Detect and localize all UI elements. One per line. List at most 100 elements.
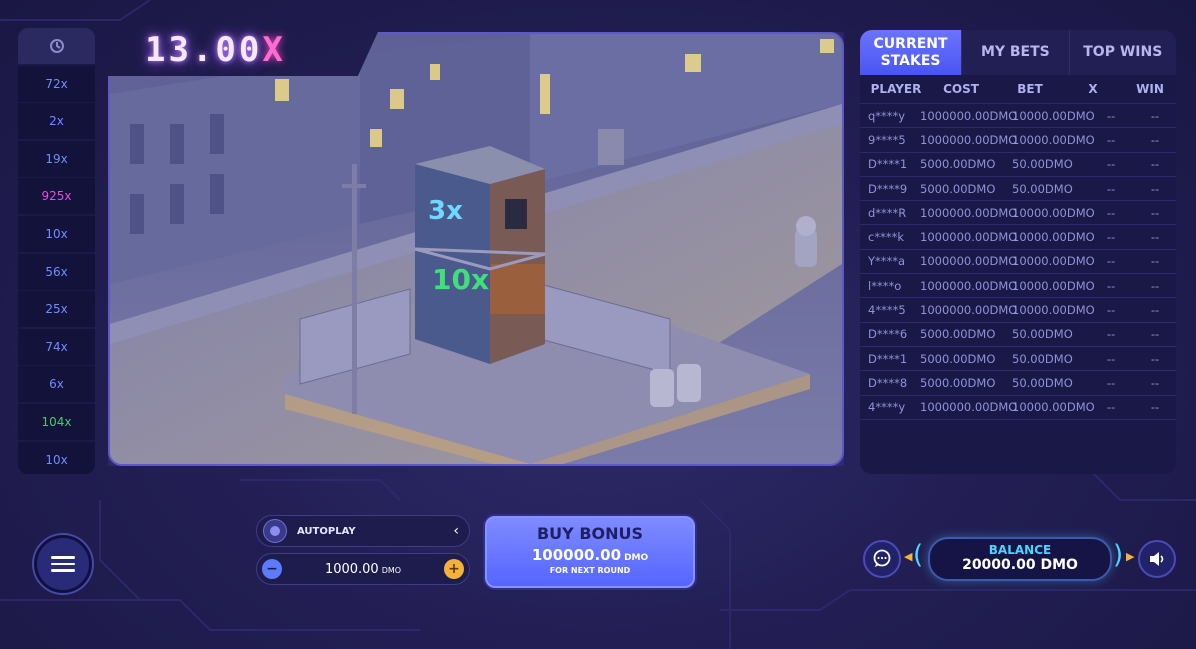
bet-row: c****k 1000000.00DMO 10000.00DMO -- -- (860, 225, 1176, 250)
buy-bonus-amount: 100000.00 DMO (531, 546, 649, 564)
bet-row: D****1 5000.00DMO 50.00DMO -- -- (860, 153, 1176, 177)
tab-current-stakes[interactable]: CURRENT STAKES (860, 30, 962, 75)
buy-bonus-title: BUY BONUS (536, 524, 644, 543)
bet-cell-win: -- (1150, 254, 1160, 269)
bet-cell-player: 4****5 (868, 303, 906, 318)
bet-cell-player: q****y (868, 108, 906, 123)
balance-value: 20000.00 DMO (962, 557, 1078, 573)
balance-right-bracket: ) (1113, 540, 1124, 570)
bet-cell-bet: 50.00DMO (1012, 351, 1073, 366)
bet-cell-player: D****1 (868, 157, 908, 172)
history-item: 104x (18, 403, 95, 440)
bet-cell-win: -- (1150, 230, 1160, 245)
history-item: 19x (18, 140, 95, 177)
bet-cell-bet: 10000.00DMO (1012, 230, 1095, 245)
balance-right-arrow-icon: ▶ (1126, 550, 1135, 563)
bet-cell-player: l****o (868, 278, 902, 293)
autoplay-toggle[interactable] (263, 519, 287, 543)
bet-cell-x: -- (1106, 278, 1116, 293)
bet-cell-bet: 10000.00DMO (1012, 278, 1095, 293)
bet-cell-x: -- (1106, 157, 1116, 172)
bet-cell-cost: 5000.00DMO (920, 157, 996, 172)
bet-cell-x: -- (1106, 303, 1116, 318)
bet-row: l****o 1000000.00DMO 10000.00DMO -- -- (860, 274, 1176, 299)
tower-building: 3x 10x (414, 146, 546, 364)
multiplier-history: 72x 2x 19x 925x 10x 56x 25x 74x 6x 104x 10x (18, 28, 95, 474)
history-item: 25x (18, 291, 95, 328)
sound-button[interactable] (1138, 540, 1176, 578)
bets-panel: CURRENT STAKES MY BETS TOP WINS PLAYER C… (860, 30, 1176, 474)
bet-cell-win: -- (1150, 157, 1160, 172)
chat-button[interactable] (863, 540, 901, 578)
bet-cell-cost: 5000.00DMO (920, 181, 996, 196)
stake-control: − 1000.00 DMO + (256, 553, 470, 585)
bet-cell-cost: 1000000.00DMO (920, 132, 1018, 147)
bet-cell-x: -- (1106, 254, 1116, 269)
speaker-icon (1150, 552, 1164, 566)
buy-bonus-button[interactable]: BUY BONUS 100000.00 DMO FOR NEXT ROUND (483, 514, 697, 590)
game-viewport: 3x 10x (108, 32, 844, 466)
bet-cell-win: -- (1150, 205, 1160, 220)
bet-cell-bet: 10000.00DMO (1012, 254, 1095, 269)
bet-row: D****1 5000.00DMO 50.00DMO -- -- (860, 347, 1176, 372)
bet-row: D****9 5000.00DMO 50.00DMO -- -- (860, 177, 1176, 202)
bets-table-body[interactable]: q****y 1000000.00DMO 10000.00DMO -- -- 9****5… (860, 104, 1176, 420)
history-icon (49, 39, 64, 53)
multiplier-suffix: X (262, 30, 286, 70)
balance-left-arrow-icon: ◀ (904, 550, 913, 563)
tab-top-wins[interactable]: TOP WINS (1068, 30, 1176, 75)
stake-amount[interactable]: 1000.00 DMO (325, 562, 401, 577)
bet-cell-win: -- (1150, 351, 1160, 366)
bet-cell-x: -- (1106, 400, 1116, 415)
tower-label-3x: 3x (428, 196, 463, 226)
buy-bonus-subtitle: FOR NEXT ROUND (549, 566, 631, 575)
bet-cell-player: c****k (868, 230, 904, 245)
tower-label-10x: 10x (432, 263, 489, 296)
bet-cell-cost: 1000000.00DMO (920, 205, 1018, 220)
autoplay-label: AUTOPLAY (297, 525, 356, 537)
bet-cell-cost: 5000.00DMO (920, 375, 996, 390)
bet-cell-win: -- (1150, 181, 1160, 196)
autoplay-control[interactable]: AUTOPLAY ‹ (256, 515, 470, 547)
tab-my-bets[interactable]: MY BETS (961, 30, 1069, 75)
bet-cell-x: -- (1106, 375, 1116, 390)
bet-cell-cost: 5000.00DMO (920, 327, 996, 342)
bet-cell-cost: 1000000.00DMO (920, 230, 1018, 245)
multiplier-value: 13.00 (145, 30, 263, 70)
bet-cell-cost: 1000000.00DMO (920, 400, 1018, 415)
history-item: 6x (18, 366, 95, 403)
current-multiplier: 13.00X (145, 30, 286, 70)
fire-hydrant (795, 216, 817, 267)
history-item: 925x (18, 178, 95, 215)
bet-cell-win: -- (1150, 327, 1160, 342)
column-win: WIN (1136, 82, 1164, 96)
bet-cell-x: -- (1106, 181, 1116, 196)
bet-cell-bet: 10000.00DMO (1012, 205, 1095, 220)
decrease-stake-button[interactable]: − (262, 559, 282, 579)
chevron-left-icon[interactable]: ‹ (453, 523, 459, 539)
game-scene: 3x 10x (110, 34, 842, 464)
bet-cell-cost: 5000.00DMO (920, 351, 996, 366)
history-header[interactable] (18, 28, 95, 64)
history-item: 72x (18, 65, 95, 102)
bet-cell-cost: 1000000.00DMO (920, 303, 1018, 318)
history-item: 74x (18, 328, 95, 365)
bet-cell-player: D****1 (868, 351, 908, 366)
stake-currency: DMO (381, 565, 402, 575)
balance-label: BALANCE (988, 543, 1052, 557)
bet-cell-bet: 10000.00DMO (1012, 108, 1095, 123)
bet-row: 9****5 1000000.00DMO 10000.00DMO -- -- (860, 128, 1176, 153)
bet-cell-player: 4****y (868, 400, 906, 415)
history-item: 10x (18, 441, 95, 474)
bet-cell-bet: 10000.00DMO (1012, 132, 1095, 147)
bets-table-header: PLAYER COST BET X WIN (860, 75, 1176, 104)
bet-cell-cost: 1000000.00DMO (920, 254, 1018, 269)
bet-cell-x: -- (1106, 108, 1116, 123)
bet-cell-x: -- (1106, 205, 1116, 220)
bet-cell-bet: 10000.00DMO (1012, 400, 1095, 415)
bet-cell-cost: 1000000.00DMO (920, 278, 1018, 293)
bet-row: Y****a 1000000.00DMO 10000.00DMO -- -- (860, 250, 1176, 275)
increase-stake-button[interactable]: + (444, 559, 464, 579)
menu-button[interactable] (34, 535, 92, 593)
bet-cell-bet: 50.00DMO (1012, 157, 1073, 172)
